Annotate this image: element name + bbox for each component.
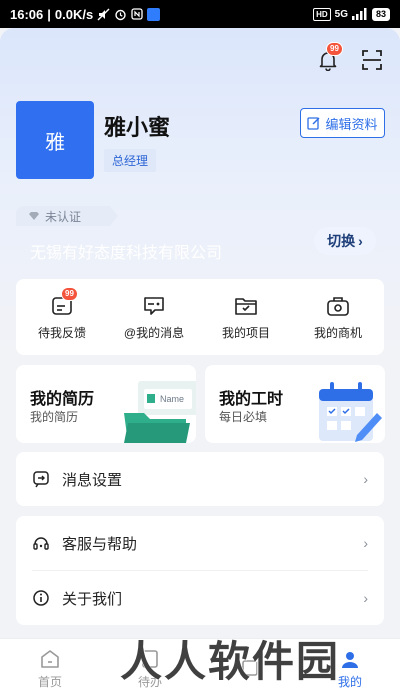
- signal-icon: [351, 7, 368, 21]
- switch-company-button[interactable]: 切换 ›: [314, 227, 376, 255]
- message-icon: [141, 294, 167, 318]
- info-icon: [33, 590, 49, 606]
- support-row[interactable]: 客服与帮助 ›: [16, 516, 384, 570]
- quick-action-label: 我的项目: [221, 325, 270, 340]
- edit-profile-label: 编辑资料: [325, 116, 378, 132]
- chevron-right-icon: ›: [358, 233, 363, 249]
- message-settings-icon: [33, 471, 49, 488]
- quick-action-projects[interactable]: 我的项目: [200, 279, 292, 355]
- scan-button[interactable]: [360, 48, 384, 72]
- quick-action-label: 待我反馈: [37, 325, 86, 340]
- avatar[interactable]: 雅: [16, 101, 94, 179]
- message-settings-label: 消息设置: [62, 471, 123, 489]
- network-label: 5G: [334, 8, 348, 20]
- about-row[interactable]: 关于我们 ›: [16, 571, 384, 625]
- status-bar: 16:06 | 0.0K/s HD 5G 83: [0, 0, 400, 28]
- company-name: 无锡有好态度科技有限公司: [30, 245, 223, 262]
- about-label: 关于我们: [62, 590, 123, 608]
- cert-status: 未认证: [45, 209, 82, 224]
- opportunity-icon: [325, 294, 351, 318]
- notification-badge: 99: [326, 42, 343, 56]
- support-label: 客服与帮助: [62, 535, 138, 553]
- watermark: 人人软件园: [120, 637, 341, 686]
- resume-illustration-text: Name: [160, 394, 184, 404]
- resume-tile[interactable]: 我的简历 我的简历 Name: [16, 365, 196, 443]
- mute-icon: [97, 7, 110, 21]
- battery-icon: 83: [371, 7, 390, 21]
- resume-illustration: Name: [124, 381, 196, 443]
- app-notification-icon: [147, 7, 161, 21]
- certification-tab[interactable]: 未认证: [16, 206, 118, 226]
- alarm-icon: [114, 7, 127, 21]
- company-card: 未认证 无锡有好态度科技有限公司 切换 ›: [16, 206, 384, 268]
- feedback-badge: 99: [61, 286, 78, 301]
- resume-title: 我的简历: [30, 391, 95, 408]
- message-settings-row[interactable]: 消息设置 ›: [16, 452, 384, 506]
- tab-mine-label: 我的: [337, 675, 362, 689]
- quick-actions: 99 待我反馈 @我的消息 我的项目 我的商机: [16, 279, 384, 355]
- home-icon: [41, 650, 59, 668]
- settings-card: 消息设置 ›: [16, 452, 384, 506]
- hours-title: 我的工时: [219, 391, 284, 408]
- diamond-icon: [29, 212, 39, 220]
- edit-profile-button[interactable]: 编辑资料: [300, 108, 385, 138]
- quick-action-label: 我的商机: [313, 325, 362, 340]
- top-actions: 99: [316, 42, 384, 72]
- hours-subtitle: 每日必填: [219, 410, 268, 424]
- quick-action-feedback[interactable]: 99 待我反馈: [16, 279, 108, 355]
- tab-home-label: 首页: [37, 675, 62, 689]
- status-speed: 0.0K/s: [54, 6, 94, 22]
- project-icon: [233, 294, 259, 318]
- hours-tile[interactable]: 我的工时 每日必填: [205, 365, 385, 443]
- headset-icon: [33, 537, 49, 550]
- role-badge: 总经理: [104, 149, 157, 172]
- help-card: 客服与帮助 › 关于我们 ›: [16, 516, 384, 625]
- switch-label: 切换: [327, 233, 356, 249]
- nfc-icon: [131, 7, 143, 21]
- calendar-illustration: [319, 382, 382, 442]
- feedback-icon: 99: [49, 286, 78, 318]
- scan-icon: [362, 50, 382, 70]
- chevron-right-icon: ›: [363, 590, 368, 606]
- quick-action-messages[interactable]: @我的消息: [108, 279, 200, 355]
- quick-action-opportunities[interactable]: 我的商机: [292, 279, 384, 355]
- edit-icon: [307, 117, 320, 130]
- status-time: 16:06: [10, 6, 44, 22]
- user-icon: [342, 652, 358, 668]
- chevron-right-icon: ›: [363, 471, 368, 487]
- resume-subtitle: 我的简历: [30, 410, 79, 424]
- user-name: 雅小蜜: [104, 115, 171, 140]
- notification-button[interactable]: 99: [316, 42, 343, 72]
- quick-action-label: @我的消息: [123, 325, 185, 340]
- hd-icon: HD: [313, 7, 331, 21]
- tab-home[interactable]: 首页: [0, 639, 100, 700]
- chevron-right-icon: ›: [363, 535, 368, 551]
